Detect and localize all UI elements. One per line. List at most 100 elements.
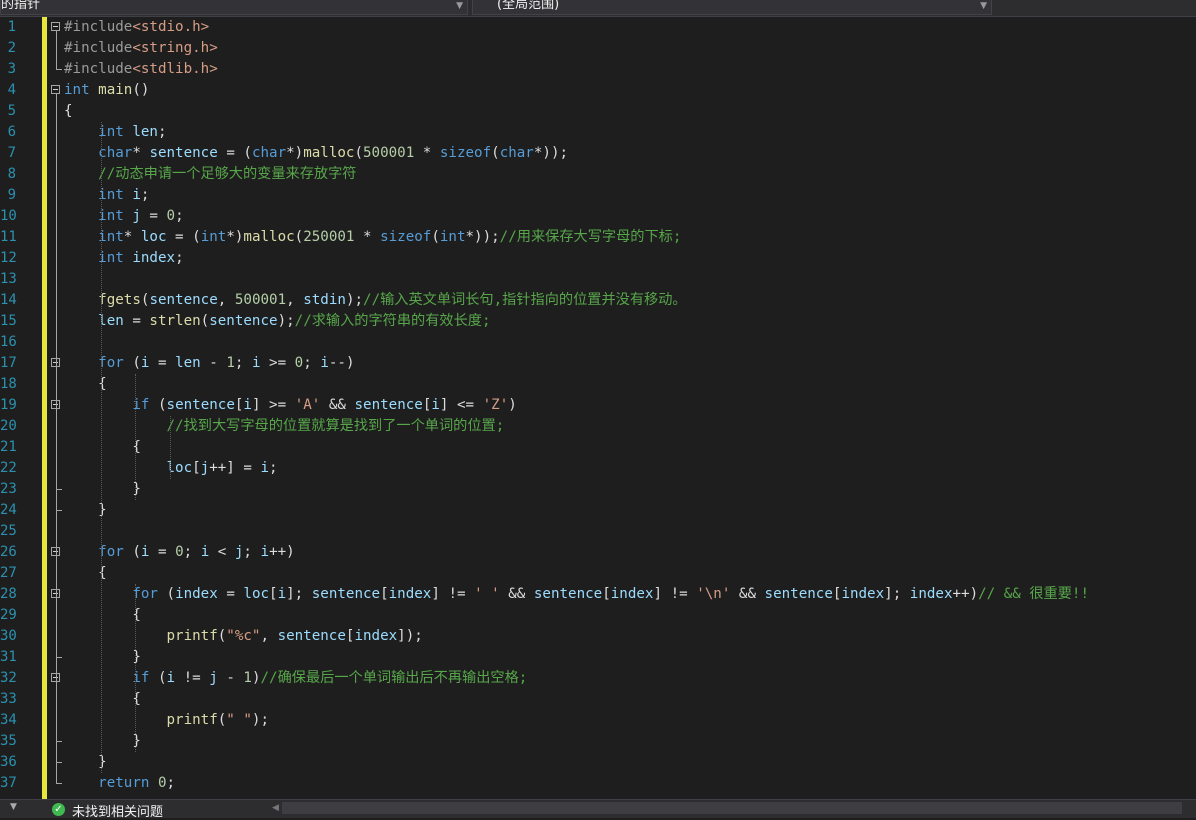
code-line[interactable]: 27 {	[0, 563, 1196, 584]
code-line[interactable]: 12 int index;	[0, 248, 1196, 269]
code-line[interactable]: 2 #include<string.h>	[0, 38, 1196, 59]
code-text: for (i = len - 1; i >= 0; i--)	[64, 353, 354, 374]
code-token: i	[320, 355, 329, 371]
code-token: }	[64, 649, 141, 665]
code-token: }	[64, 481, 141, 497]
code-token: );	[345, 292, 364, 308]
code-token: (	[354, 145, 364, 161]
code-token: stdin	[303, 292, 346, 308]
line-number: 2	[7, 40, 16, 56]
code-token: #include	[64, 19, 133, 35]
code-line[interactable]: 16	[0, 332, 1196, 353]
code-token: <string.h>	[132, 40, 218, 56]
code-line[interactable]: 25	[0, 521, 1196, 542]
code-line[interactable]: 36 }	[0, 752, 1196, 773]
line-number: 15	[0, 313, 17, 329]
indent-guide	[101, 122, 103, 773]
line-number: 24	[0, 502, 17, 518]
code-token: ,	[286, 292, 304, 308]
code-line[interactable]: 15 len = strlen(sentence);//求输入的字符串的有效长度…	[0, 311, 1196, 332]
outline-connector	[56, 409, 57, 489]
code-token: loc	[243, 586, 270, 602]
code-token: malloc	[303, 145, 355, 161]
code-token: }	[64, 733, 141, 749]
code-token: *)	[286, 145, 304, 161]
collapse-icon[interactable]	[51, 22, 60, 31]
code-line[interactable]: 11 int* loc = (int*)malloc(250001 * size…	[0, 227, 1196, 248]
code-text: len = strlen(sentence);//求输入的字符串的有效长度;	[64, 311, 490, 332]
code-line[interactable]: 24 }	[0, 500, 1196, 521]
code-token: ] !=	[431, 586, 475, 602]
code-line[interactable]: 28 for (index = loc[i]; sentence[index] …	[0, 584, 1196, 605]
code-line[interactable]: 10 int j = 0;	[0, 206, 1196, 227]
outline-connector	[56, 682, 57, 741]
code-token: (	[217, 628, 227, 644]
code-line[interactable]: 1 #include<stdio.h>	[0, 17, 1196, 38]
code-line[interactable]: 8 //动态申请一个足够大的变量来存放字符	[0, 164, 1196, 185]
code-line[interactable]: 20 //找到大写字母的位置就算是找到了一个单词的位置;	[0, 416, 1196, 437]
code-line[interactable]: 19 if (sentence[i] >= 'A' && sentence[i]…	[0, 395, 1196, 416]
line-number: 32	[0, 670, 17, 686]
code-token: i	[277, 586, 287, 602]
code-line[interactable]: 17 for (i = len - 1; i >= 0; i--)	[0, 353, 1196, 374]
issues-status-text[interactable]: 未找到相关问题	[72, 801, 163, 820]
code-line[interactable]: 13	[0, 269, 1196, 290]
line-number: 18	[0, 376, 17, 392]
code-text: int i;	[64, 185, 149, 206]
code-line[interactable]: 35 }	[0, 731, 1196, 752]
code-token: //动态申请一个足够大的变量来存放字符	[98, 166, 357, 182]
code-token: <stdio.h>	[132, 19, 210, 35]
code-token: &&	[499, 586, 534, 602]
code-line[interactable]: 14 fgets(sentence, 500001, stdin);//输入英文…	[0, 290, 1196, 311]
outline-end	[56, 741, 62, 742]
code-line[interactable]: 7 char* sentence = (char*)malloc(500001 …	[0, 143, 1196, 164]
chevron-down-icon: ▼	[980, 1, 987, 11]
code-line[interactable]: 29 {	[0, 605, 1196, 626]
collapse-icon[interactable]	[51, 85, 60, 94]
code-line[interactable]: 22 loc[j++] = i;	[0, 458, 1196, 479]
code-line[interactable]: 33 {	[0, 689, 1196, 710]
code-line[interactable]: 6 int len;	[0, 122, 1196, 143]
horizontal-scrollbar[interactable]	[282, 802, 1182, 814]
code-token: j	[209, 670, 218, 686]
code-line[interactable]: 31 }	[0, 647, 1196, 668]
code-text: {	[64, 437, 141, 458]
code-token: (	[431, 229, 440, 245]
code-line[interactable]: 26 for (i = 0; i < j; i++)	[0, 542, 1196, 563]
code-line[interactable]: 3 #include<stdlib.h>	[0, 59, 1196, 80]
code-token: );	[251, 712, 270, 728]
scroll-left-arrow-icon[interactable]: ◀	[272, 803, 279, 813]
code-line[interactable]: 32 if (i != j - 1)//确保最后一个单词输出后不再输出空格;	[0, 668, 1196, 689]
code-token: index	[610, 586, 654, 602]
code-token: -	[200, 355, 227, 371]
outline-end	[56, 657, 62, 658]
code-line[interactable]: 37 return 0;	[0, 773, 1196, 794]
indent-guide	[169, 416, 171, 479]
scope-dropdown-left[interactable]: 的指针 ▼	[0, 0, 468, 15]
code-token: sentence	[277, 628, 346, 644]
code-line[interactable]: 5{	[0, 101, 1196, 122]
code-token: ;	[140, 187, 150, 203]
code-line[interactable]: 4 int main()	[0, 80, 1196, 101]
scope-dropdown-right[interactable]: (全局范围) ▼	[472, 0, 992, 15]
code-line[interactable]: 21 {	[0, 437, 1196, 458]
zoom-dropdown-icon[interactable]: ▼	[10, 802, 17, 812]
code-line[interactable]: 34 printf(" ");	[0, 710, 1196, 731]
code-token: i	[132, 187, 141, 203]
code-editor[interactable]: 1 #include<stdio.h> 2 #include<string.h> 3 #i…	[0, 17, 1196, 799]
code-text: int len;	[64, 122, 166, 143]
code-text: #include<stdio.h>	[64, 17, 209, 38]
code-token: ;	[175, 250, 184, 266]
code-line[interactable]: 23 }	[0, 479, 1196, 500]
code-line[interactable]: 30 printf("%c", sentence[index]);	[0, 626, 1196, 647]
code-token: 1	[243, 670, 252, 686]
code-text: fgets(sentence, 500001, stdin);//输入英文单词长…	[64, 290, 686, 311]
code-token: );	[277, 313, 295, 329]
code-line[interactable]: 18 {	[0, 374, 1196, 395]
chevron-down-icon: ▼	[456, 1, 463, 11]
indent-guide	[135, 584, 137, 752]
code-line[interactable]: 9 int i;	[0, 185, 1196, 206]
